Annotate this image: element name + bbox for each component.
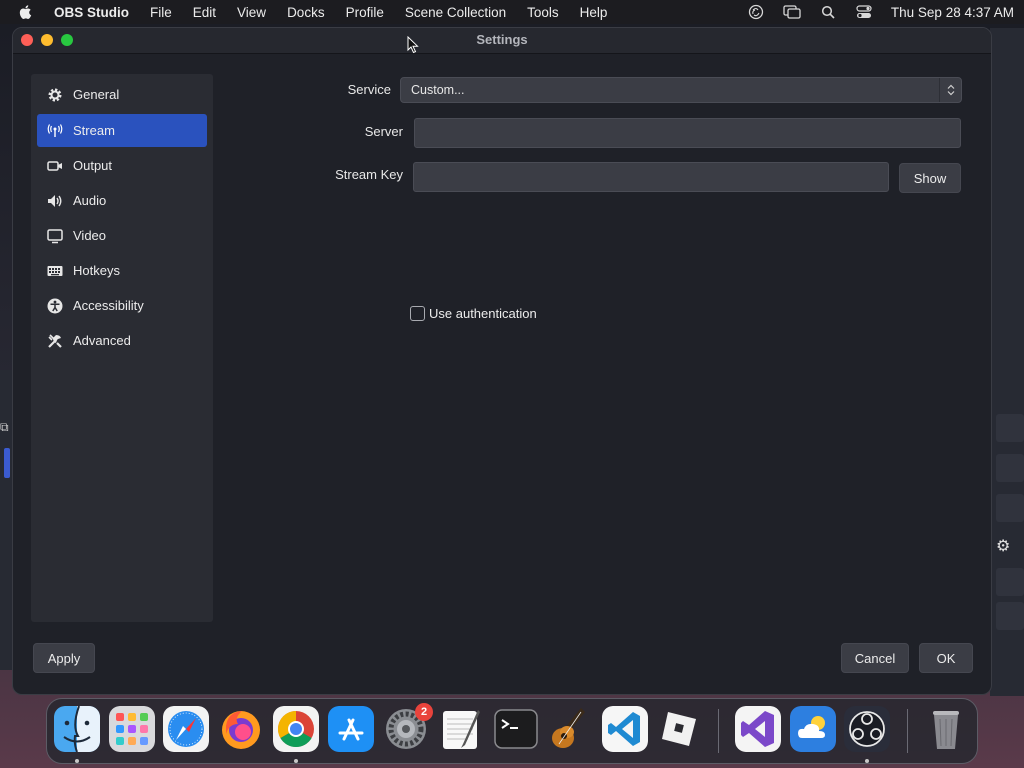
checkbox-box[interactable] bbox=[410, 306, 425, 321]
chevron-updown-icon bbox=[939, 78, 961, 102]
sidebar-item-hotkeys[interactable]: Hotkeys bbox=[37, 254, 207, 287]
trash-icon[interactable] bbox=[923, 706, 969, 752]
weather-icon[interactable] bbox=[790, 706, 836, 752]
mouse-cursor-icon bbox=[407, 36, 419, 54]
menu-help[interactable]: Help bbox=[580, 5, 608, 20]
dock-separator bbox=[718, 709, 719, 753]
use-authentication-label[interactable]: Use authentication bbox=[429, 306, 537, 321]
server-input[interactable] bbox=[414, 118, 961, 148]
keyboard-icon bbox=[47, 263, 63, 279]
service-select-value: Custom... bbox=[411, 83, 465, 97]
server-label: Server bbox=[364, 124, 403, 139]
dock-separator bbox=[907, 709, 908, 753]
sidebar-item-label: Stream bbox=[73, 123, 115, 138]
safari-icon[interactable] bbox=[163, 706, 209, 752]
apply-button[interactable]: Apply bbox=[33, 643, 95, 673]
google-chrome-icon[interactable] bbox=[273, 706, 319, 752]
output-icon bbox=[47, 158, 63, 174]
sidebar-item-label: Output bbox=[73, 158, 113, 173]
stream-key-input[interactable] bbox=[413, 162, 889, 192]
sidebar-item-stream[interactable]: Stream bbox=[37, 114, 207, 147]
use-authentication-checkbox[interactable]: Use authentication bbox=[410, 306, 537, 321]
sidebar-item-general[interactable]: General bbox=[37, 78, 207, 111]
running-indicator bbox=[865, 759, 869, 763]
sidebar-item-audio[interactable]: Audio bbox=[37, 184, 207, 217]
background-scene-icon: ⧉ bbox=[0, 420, 9, 434]
sidebar-item-video[interactable]: Video bbox=[37, 219, 207, 252]
background-gear-icon[interactable]: ⚙ bbox=[996, 538, 1014, 556]
running-indicator bbox=[294, 759, 298, 763]
background-panel-button bbox=[996, 568, 1024, 596]
menu-clock[interactable]: Thu Sep 28 4:37 AM bbox=[891, 5, 1014, 20]
sidebar-item-label: Audio bbox=[73, 193, 107, 208]
sidebar-item-label: Video bbox=[73, 228, 107, 243]
menu-scene-collection[interactable]: Scene Collection bbox=[405, 5, 506, 20]
dock: 2 bbox=[46, 698, 978, 764]
obs-tray-icon[interactable] bbox=[747, 4, 765, 20]
antenna-icon bbox=[47, 123, 63, 139]
menu-view[interactable]: View bbox=[237, 5, 266, 20]
settings-window: Settings General Stream Output Audio Vid… bbox=[12, 27, 992, 695]
obs-studio-icon[interactable] bbox=[844, 706, 890, 752]
service-label: Service bbox=[347, 82, 391, 97]
spotlight-search-icon[interactable] bbox=[819, 4, 837, 20]
gear-icon bbox=[47, 87, 63, 103]
apple-menu-icon[interactable] bbox=[18, 4, 34, 20]
sidebar-item-advanced[interactable]: Advanced bbox=[37, 324, 207, 357]
menu-bar: OBS Studio File Edit View Docks Profile … bbox=[0, 0, 1024, 24]
screen-mirroring-icon[interactable] bbox=[783, 4, 801, 20]
ok-button[interactable]: OK bbox=[919, 643, 973, 673]
control-center-icon[interactable] bbox=[855, 4, 873, 20]
finder-icon[interactable] bbox=[54, 706, 100, 752]
launchpad-icon[interactable] bbox=[109, 706, 155, 752]
tools-icon bbox=[47, 333, 63, 349]
window-title: Settings bbox=[476, 32, 528, 47]
menu-profile[interactable]: Profile bbox=[346, 5, 384, 20]
menu-docks[interactable]: Docks bbox=[287, 5, 325, 20]
sidebar-item-label: Hotkeys bbox=[73, 263, 120, 278]
sidebar-item-accessibility[interactable]: Accessibility bbox=[37, 289, 207, 322]
accessibility-icon bbox=[47, 298, 63, 314]
sidebar-item-label: Advanced bbox=[73, 333, 131, 348]
service-select[interactable]: Custom... bbox=[400, 77, 962, 103]
background-panel-button bbox=[996, 454, 1024, 482]
background-selected-scene bbox=[4, 448, 10, 478]
settings-sidebar: General Stream Output Audio Video Hotkey… bbox=[31, 74, 213, 622]
menu-file[interactable]: File bbox=[150, 5, 172, 20]
notification-badge: 2 bbox=[415, 703, 433, 721]
menu-app-name[interactable]: OBS Studio bbox=[54, 5, 129, 20]
app-store-icon[interactable] bbox=[328, 706, 374, 752]
menu-edit[interactable]: Edit bbox=[193, 5, 216, 20]
sidebar-item-label: General bbox=[73, 87, 120, 102]
background-panel-button bbox=[996, 602, 1024, 630]
background-panel-button bbox=[996, 494, 1024, 522]
cancel-button[interactable]: Cancel bbox=[841, 643, 909, 673]
garageband-icon[interactable] bbox=[547, 706, 593, 752]
settings-titlebar[interactable]: Settings bbox=[13, 28, 991, 54]
menu-tools[interactable]: Tools bbox=[527, 5, 559, 20]
stream-key-label: Stream Key bbox=[335, 167, 403, 182]
visual-studio-icon[interactable] bbox=[735, 706, 781, 752]
firefox-icon[interactable] bbox=[218, 706, 264, 752]
speaker-icon bbox=[47, 193, 63, 209]
running-indicator bbox=[75, 759, 79, 763]
sidebar-item-output[interactable]: Output bbox=[37, 149, 207, 182]
terminal-icon[interactable] bbox=[493, 706, 539, 752]
visual-studio-code-icon[interactable] bbox=[602, 706, 648, 752]
show-stream-key-button[interactable]: Show bbox=[899, 163, 961, 193]
background-panel-button bbox=[996, 414, 1024, 442]
textedit-icon[interactable] bbox=[438, 706, 484, 752]
sidebar-item-label: Accessibility bbox=[73, 298, 144, 313]
monitor-icon bbox=[47, 228, 63, 244]
roblox-icon[interactable] bbox=[656, 706, 702, 752]
